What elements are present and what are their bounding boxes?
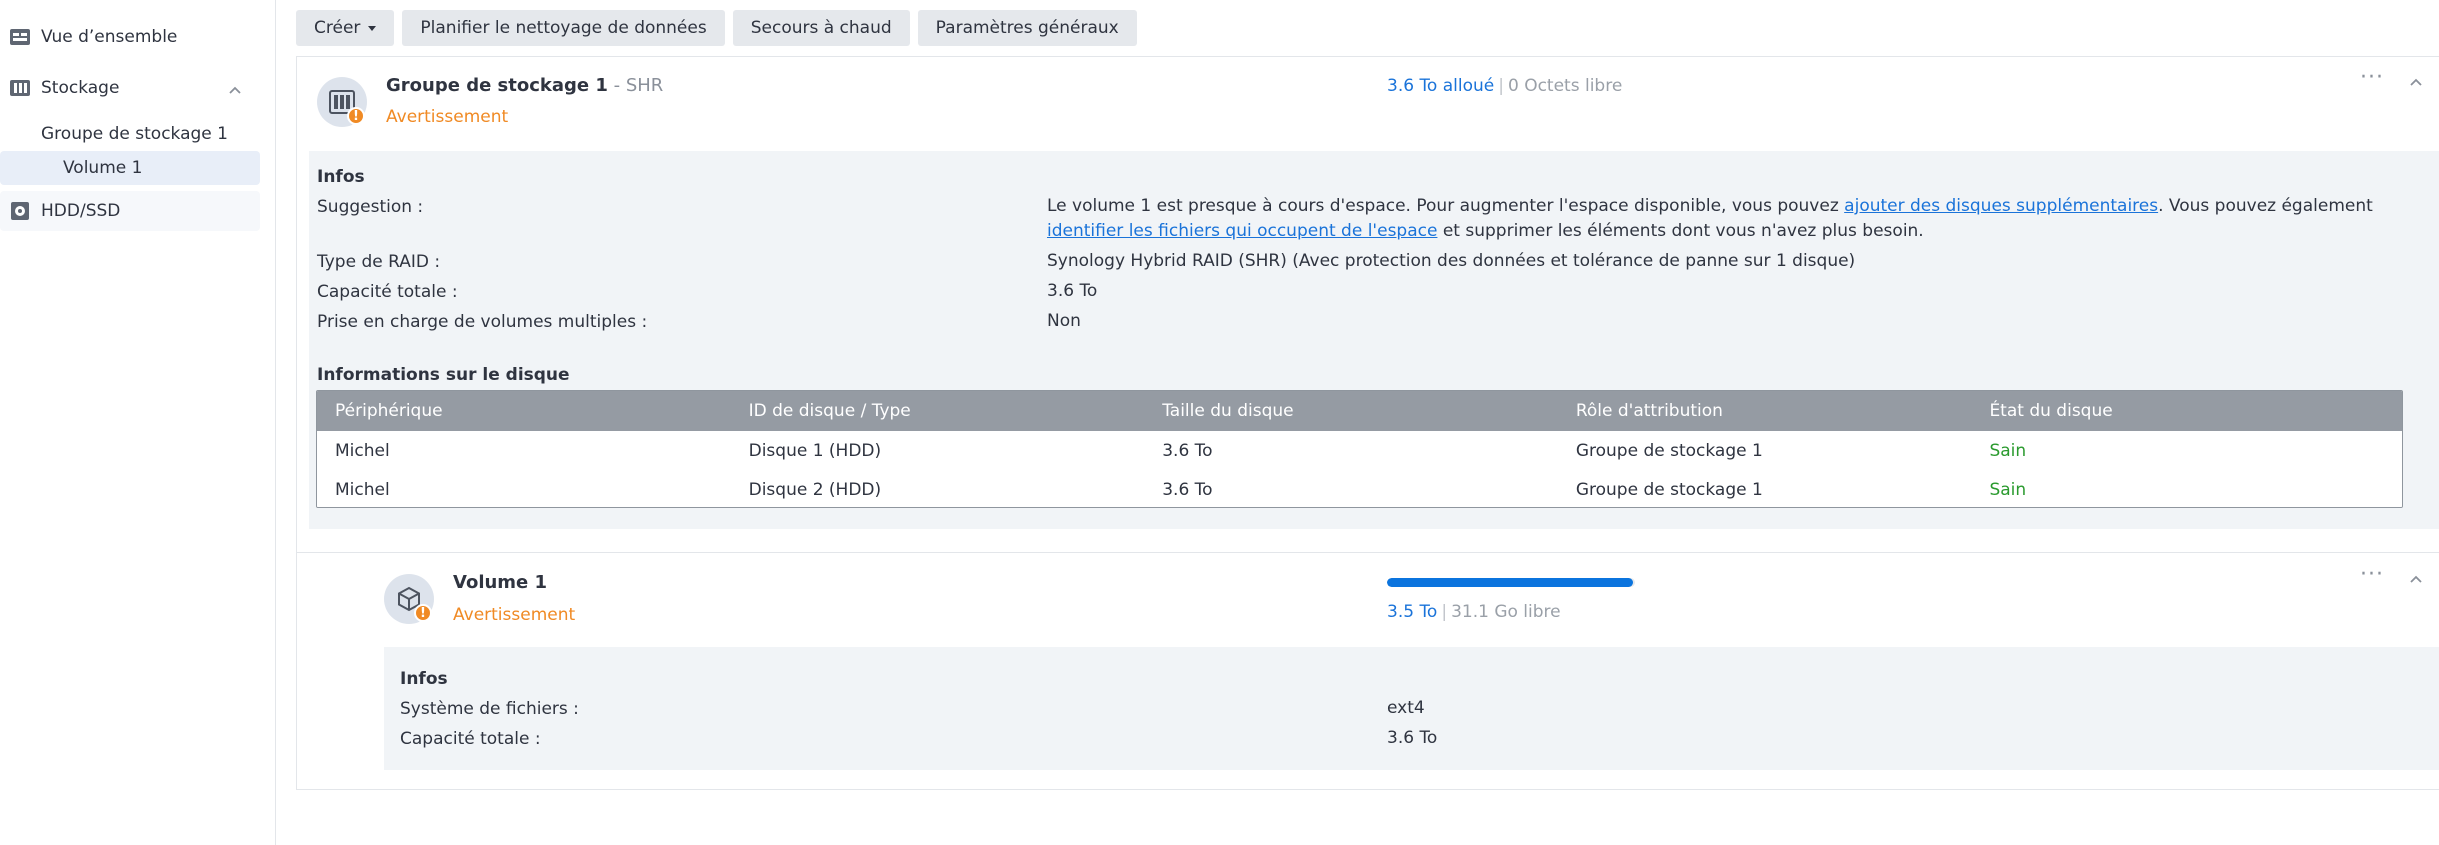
suggestion-value: Le volume 1 est presque à cours d'espace… <box>1047 194 2422 244</box>
table-cell: 3.6 To <box>1162 479 1213 500</box>
disk-status: Sain <box>1989 440 2027 461</box>
sidebar-item-volume[interactable]: Volume 1 <box>0 151 260 185</box>
volume-title: Volume 1 <box>453 572 548 593</box>
table-cell: Disque 1 (HDD) <box>748 440 882 461</box>
volume-more-icon[interactable]: ··· <box>2360 562 2384 587</box>
pool-allocated: 3.6 To alloué <box>1387 76 1495 96</box>
volume-used: 3.5 To <box>1387 602 1438 622</box>
table-cell: 3.6 To <box>1162 440 1213 461</box>
pool-chevron-up-icon[interactable] <box>2409 72 2423 92</box>
sidebar-item-hdd[interactable]: HDD/SSD <box>0 191 260 231</box>
overview-icon <box>9 27 31 47</box>
capacity-value: 3.6 To <box>1047 281 1098 301</box>
toolbar: Créer Planifier le nettoyage de données … <box>296 10 1137 46</box>
filesystem-value: ext4 <box>1387 698 1425 718</box>
hot-spare-button[interactable]: Secours à chaud <box>732 10 910 46</box>
sidebar-item-overview[interactable]: Vue d’ensemble <box>0 17 260 57</box>
volume-free: 31.1 Go libre <box>1451 602 1561 622</box>
table-row[interactable]: Michel Disque 2 (HDD) 3.6 To Groupe de s… <box>317 470 2402 507</box>
create-button-label: Créer <box>314 18 361 38</box>
column-header[interactable]: Périphérique <box>317 401 731 421</box>
column-header[interactable]: Taille du disque <box>1144 401 1558 421</box>
divider <box>297 552 2439 553</box>
sidebar-item-pool[interactable]: Groupe de stockage 1 <box>0 117 260 151</box>
volume-info-panel: Infos Système de fichiers : ext4 Capacit… <box>384 647 2439 770</box>
filesystem-label: Système de fichiers : <box>400 699 579 719</box>
column-header[interactable]: État du disque <box>1971 401 2402 421</box>
disk-info-title: Informations sur le disque <box>317 365 570 385</box>
identify-files-link[interactable]: identifier les fichiers qui occupent de … <box>1047 221 1437 241</box>
pool-raid-suffix: - SHR <box>607 75 664 96</box>
storage-icon <box>9 78 31 98</box>
sidebar-item-label: Stockage <box>41 78 120 98</box>
volume-capacity-value: 3.6 To <box>1387 728 1438 748</box>
volume-status: Avertissement <box>453 605 576 625</box>
suggestion-text: . Vous pouvez également <box>2158 196 2373 216</box>
pool-status: Avertissement <box>386 107 509 127</box>
storage-manager: Vue d’ensemble Stockage Groupe de stocka… <box>0 0 2439 845</box>
table-cell: Disque 2 (HDD) <box>748 479 882 500</box>
disk-icon <box>9 201 31 221</box>
pool-more-icon[interactable]: ··· <box>2360 65 2384 90</box>
chevron-up-icon[interactable] <box>228 80 242 100</box>
table-cell: Michel <box>335 479 390 500</box>
sidebar-item-label: HDD/SSD <box>41 201 121 221</box>
schedule-scrubbing-button[interactable]: Planifier le nettoyage de données <box>402 10 725 46</box>
sidebar-item-label: Vue d’ensemble <box>41 27 178 47</box>
volume-capacity-label: Capacité totale : <box>400 729 541 749</box>
warning-icon: ! <box>347 107 365 125</box>
volume-usage-fill <box>1387 578 1633 587</box>
column-header[interactable]: ID de disque / Type <box>731 401 1145 421</box>
table-cell: Groupe de stockage 1 <box>1575 479 1763 500</box>
disk-table-header: Périphérique ID de disque / Type Taille … <box>317 391 2402 431</box>
create-button[interactable]: Créer <box>296 10 395 46</box>
table-cell: Groupe de stockage 1 <box>1575 440 1763 461</box>
storage-pool-icon: ! <box>317 77 367 127</box>
suggestion-label: Suggestion : <box>317 197 424 217</box>
multi-volume-value: Non <box>1047 311 1081 331</box>
suggestion-text: Le volume 1 est presque à cours d'espace… <box>1047 196 1845 216</box>
table-row[interactable]: Michel Disque 1 (HDD) 3.6 To Groupe de s… <box>317 431 2402 470</box>
pool-name: Groupe de stockage 1 <box>386 75 608 96</box>
add-drives-link[interactable]: ajouter des disques supplémentaires <box>1844 196 2158 216</box>
caret-down-icon <box>368 25 377 31</box>
multi-volume-label: Prise en charge de volumes multiples : <box>317 312 648 332</box>
pool-title: Groupe de stockage 1 - SHR <box>386 75 663 96</box>
sidebar-item-storage[interactable]: Stockage <box>0 68 260 108</box>
column-header[interactable]: Rôle d'attribution <box>1558 401 1972 421</box>
table-cell: Michel <box>335 440 390 461</box>
capacity-label: Capacité totale : <box>317 282 458 302</box>
volume-usage-bar <box>1387 578 1635 587</box>
volume-icon: ! <box>384 574 434 624</box>
volume-usage: 3.5 To | 31.1 Go libre <box>1387 602 1561 622</box>
pool-free: 0 Octets libre <box>1507 76 1623 96</box>
volume-info-title: Infos <box>400 669 448 689</box>
storage-pool-card: ! Groupe de stockage 1 - SHR Avertisseme… <box>296 56 2439 790</box>
sidebar-item-label: Groupe de stockage 1 <box>41 124 228 144</box>
global-settings-button[interactable]: Paramètres généraux <box>917 10 1137 46</box>
raid-type-value: Synology Hybrid RAID (SHR) (Avec protect… <box>1047 251 1856 271</box>
sidebar: Vue d’ensemble Stockage Groupe de stocka… <box>0 0 276 845</box>
disk-table: Périphérique ID de disque / Type Taille … <box>316 390 2403 508</box>
pool-allocation: 3.6 To alloué | 0 Octets libre <box>1387 76 1623 96</box>
volume-chevron-up-icon[interactable] <box>2409 569 2423 589</box>
raid-type-label: Type de RAID : <box>317 252 441 272</box>
suggestion-text: et supprimer les éléments dont vous n'av… <box>1437 221 1924 241</box>
warning-icon: ! <box>414 604 432 622</box>
pool-info-title: Infos <box>317 167 365 187</box>
disk-status: Sain <box>1989 479 2027 500</box>
sidebar-item-label: Volume 1 <box>63 158 143 178</box>
